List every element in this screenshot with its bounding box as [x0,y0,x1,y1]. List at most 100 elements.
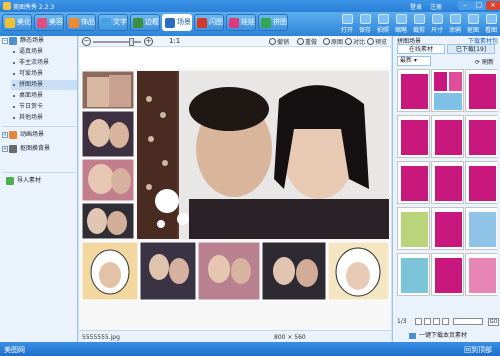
animated-scenes-group[interactable]: + 动画场景 [0,130,78,140]
bullet-icon [13,84,15,86]
maximize-button[interactable]: □ [472,1,486,10]
refresh-button[interactable]: ⟳ 刷新 [475,57,494,66]
collage-icon [261,18,271,28]
camera-button[interactable]: 拍照 [374,13,392,35]
collage-template [401,258,428,293]
crop-icon [413,14,425,24]
go-button[interactable]: GO [488,318,499,326]
static-scenes-group[interactable]: − 静态场景 [0,36,78,46]
sidebar-item-holiday[interactable]: 节日贺卡 [11,102,77,112]
sidebar-item-desktop[interactable]: 桌面场景 [11,91,77,101]
download-page-button[interactable]: 一键下载本页素材 [393,330,500,342]
tab-downloaded[interactable]: 已下载[19] [447,44,495,54]
collage-template [469,166,496,201]
actual-size-button[interactable]: 1:1 [169,37,180,45]
tab-flash[interactable]: 闪图 [194,14,224,31]
open-button[interactable]: 打开 [338,13,356,35]
cutout-icon [9,145,17,153]
divider [2,172,76,173]
view-icon [485,14,497,24]
material-thumbnail[interactable] [397,253,430,296]
sort-select[interactable]: 最新 ▾ [397,56,431,66]
material-thumbnail[interactable] [431,161,464,204]
image-icon [9,37,17,45]
text-icon [101,18,111,28]
compare-button[interactable]: 对比 [345,37,365,46]
tab-beauty[interactable]: 美容 [34,14,64,31]
viewer-button[interactable]: 看图 [482,13,500,35]
sidebar-item-other[interactable]: 其他场景 [11,113,77,123]
undo-button[interactable]: 撤销 [269,37,289,46]
material-thumbnail[interactable] [465,69,497,112]
resize-icon [431,14,443,24]
crop-button[interactable]: 裁剪 [410,13,428,35]
download-icon [409,333,416,339]
meitu-site-link[interactable]: 美图网 [4,345,25,355]
tab-decorations[interactable]: 饰品 [66,14,96,31]
material-thumbnail[interactable] [465,207,497,250]
material-thumbnail[interactable] [397,161,430,204]
bullet-icon [13,73,15,75]
cutout-button[interactable]: 抠图 [464,13,482,35]
zoom-slider-handle[interactable] [129,38,134,46]
collage-template [401,166,428,201]
tab-beautify[interactable]: 美化 [2,14,32,31]
material-thumbnail[interactable] [397,115,430,158]
collage-template [469,258,496,293]
sidebar-item-cute[interactable]: 可爱场景 [11,69,77,79]
sidebar-item-collage[interactable]: 拼图场景 [11,80,77,90]
tab-collage[interactable]: 拼图 [258,14,288,31]
doodle-button[interactable]: 涂鸦 [446,13,464,35]
collage-template [469,120,496,155]
material-thumbnail[interactable] [465,253,497,296]
material-thumbnail[interactable] [431,115,464,158]
collage-canvas[interactable] [79,69,391,333]
zoom-out-button[interactable]: − [82,37,91,46]
collage-template [435,258,462,293]
tab-text[interactable]: 文字 [98,14,128,31]
material-panel: 拼图场景 下载素材包 在线素材 已下载[19] 最新 ▾ ⟳ 刷新 1/3 GO… [392,36,500,342]
back-to-top-link[interactable]: 回到顶部 [464,345,492,355]
material-thumbnail[interactable] [431,207,464,250]
material-thumbnail[interactable] [465,115,497,158]
material-thumbnail[interactable] [465,161,497,204]
save-button[interactable]: 保存 [356,13,374,35]
sidebar-item-realistic[interactable]: 逼真场景 [11,47,77,57]
tab-scenes[interactable]: 场景 [162,14,192,31]
expand-icon[interactable]: + [2,146,8,152]
cutout-background-group[interactable]: + 抠图换背景 [0,144,78,154]
left-photo-column [81,70,135,240]
divider [2,126,76,127]
bullet-icon [13,106,15,108]
material-thumbnail[interactable] [431,253,464,296]
material-thumbnail[interactable] [397,207,430,250]
frame-icon [133,18,143,28]
tab-online-materials[interactable]: 在线素材 [397,44,445,54]
expand-icon[interactable]: + [2,132,8,138]
tab-frames[interactable]: 边框 [130,14,160,31]
signup-link[interactable]: 注册 [430,2,442,11]
prev-page-button[interactable] [424,318,431,325]
preview-icon [367,38,374,45]
material-thumbnail[interactable] [397,69,430,112]
collage-template [401,120,428,155]
last-page-button[interactable] [442,318,449,325]
minimize-button[interactable]: – [458,1,472,10]
tab-dolls[interactable]: 娃娃 [226,14,256,31]
bullet-icon [13,95,15,97]
collapse-icon[interactable]: − [2,38,8,44]
redo-button[interactable]: 重做 [297,37,317,46]
next-page-button[interactable] [433,318,440,325]
login-link[interactable]: 登录 [410,2,422,11]
close-button[interactable]: × [486,1,500,10]
page-number-input[interactable] [453,318,483,325]
resize-button[interactable]: 尺寸 [428,13,446,35]
first-page-button[interactable] [415,318,422,325]
zoom-in-button[interactable]: + [144,37,153,46]
preview-button[interactable]: 预览 [367,37,387,46]
thumbnail-button[interactable]: 缩略 [392,13,410,35]
material-thumbnail[interactable] [431,69,464,112]
import-material-button[interactable]: 导入素材 [0,176,78,186]
sidebar-item-nonmainstream[interactable]: 非主流场景 [11,58,77,68]
original-button[interactable]: 原图 [323,37,343,46]
